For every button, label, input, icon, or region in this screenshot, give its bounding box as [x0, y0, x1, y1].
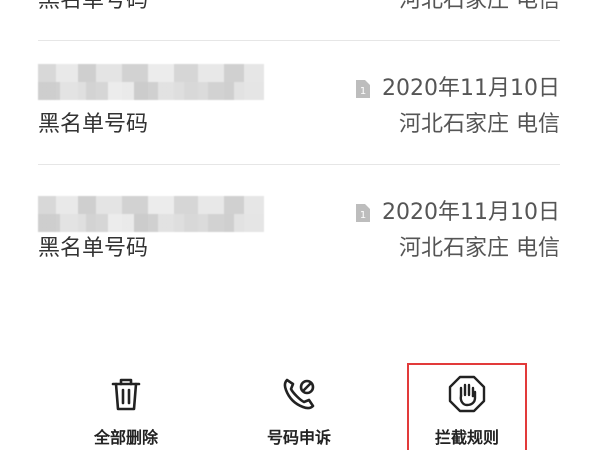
record-date: 2020年11月10日	[382, 200, 560, 225]
divider	[38, 164, 560, 165]
sim-card-icon: 1	[356, 204, 371, 222]
number-appeal-button[interactable]: 号码申诉	[239, 360, 359, 450]
divider	[38, 40, 560, 41]
phone-block-icon	[283, 378, 315, 410]
list-item[interactable]: 1 2020年11月10日 黑名单号码 河北石家庄 电信	[38, 182, 560, 272]
number-appeal-label: 号码申诉	[266, 428, 331, 447]
list-item[interactable]: 黑名单号码 河北石家庄 电信	[38, 0, 560, 18]
blurred-phone-number	[38, 64, 264, 100]
selection-highlight	[407, 363, 527, 450]
list-item[interactable]: 1 2020年11月10日 黑名单号码 河北石家庄 电信	[38, 58, 560, 148]
record-label: 黑名单号码	[38, 0, 149, 13]
record-location: 河北石家庄 电信	[399, 112, 560, 137]
trash-icon	[111, 378, 141, 411]
sim-card-icon: 1	[356, 80, 371, 98]
svg-text:1: 1	[360, 210, 366, 221]
record-date-group: 1 2020年11月10日	[356, 76, 560, 102]
record-date: 2020年11月10日	[382, 76, 560, 101]
record-label: 黑名单号码	[38, 236, 149, 261]
svg-text:1: 1	[360, 86, 366, 97]
record-location: 河北石家庄 电信	[399, 0, 560, 13]
delete-all-button[interactable]: 全部删除	[66, 360, 186, 450]
record-label: 黑名单号码	[38, 112, 149, 137]
delete-all-label: 全部删除	[93, 428, 158, 447]
record-location: 河北石家庄 电信	[399, 236, 560, 261]
blurred-phone-number	[38, 196, 264, 232]
record-date-group: 1 2020年11月10日	[356, 200, 560, 226]
